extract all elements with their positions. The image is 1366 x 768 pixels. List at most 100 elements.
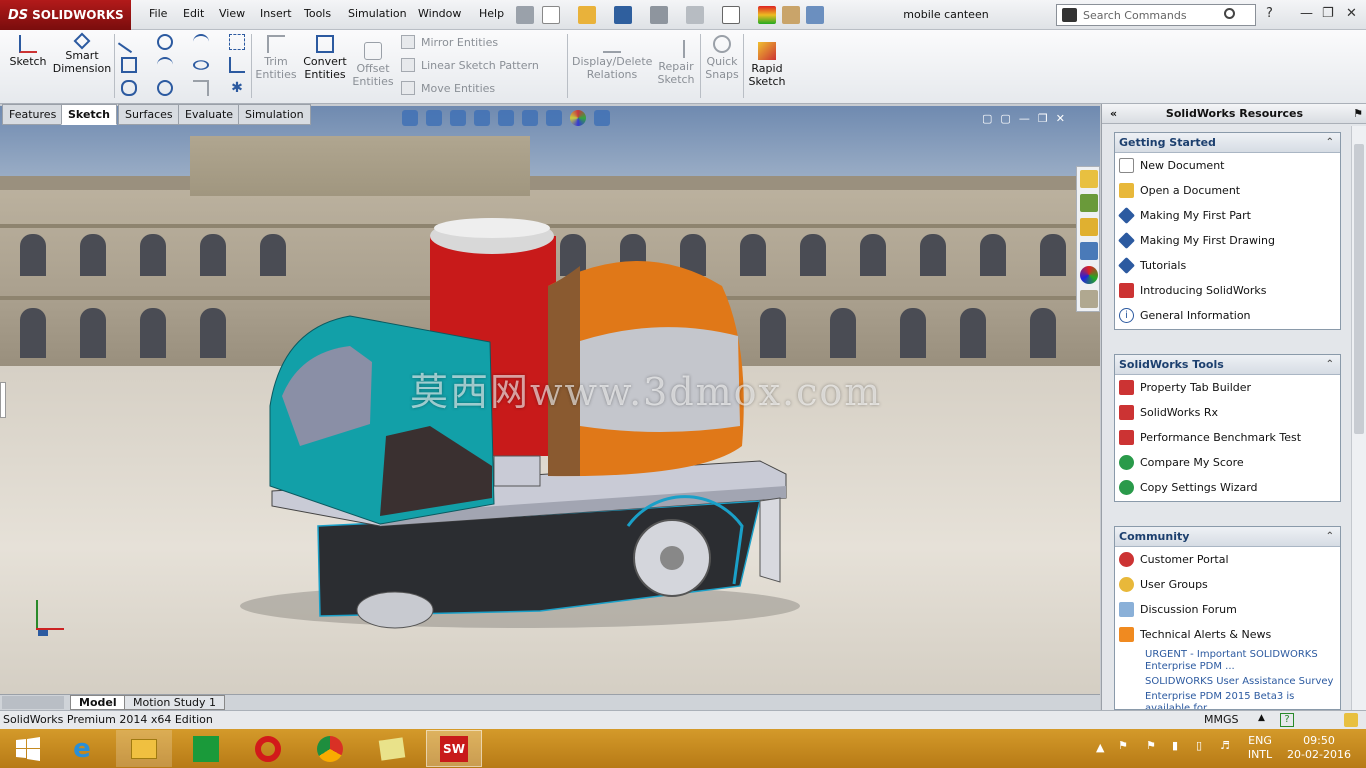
undo-icon[interactable] (686, 6, 704, 24)
news-link[interactable]: Enterprise PDM 2015 Beta3 is available f… (1115, 691, 1340, 709)
select-pointer-icon[interactable] (722, 6, 740, 24)
linear-sketch-pattern-button[interactable]: Linear Sketch Pattern (401, 58, 539, 72)
close-icon[interactable]: ✕ (1346, 6, 1357, 21)
display-delete-relations-button[interactable]: Display/Delete Relations (572, 35, 652, 81)
power-icon[interactable]: ▮ (1172, 739, 1178, 753)
tab-surfaces[interactable]: Surfaces (118, 104, 180, 125)
ellipse-icon[interactable] (193, 60, 209, 70)
menu-window[interactable]: Window (418, 7, 461, 20)
search-icon[interactable] (1224, 8, 1235, 19)
view-palette-icon[interactable] (1080, 242, 1098, 260)
file-explorer-icon[interactable] (1080, 218, 1098, 236)
link-compare-score[interactable]: Compare My Score (1115, 450, 1340, 475)
pin-icon[interactable] (516, 6, 534, 24)
feature-manager-flyout-handle[interactable] (0, 382, 6, 418)
collapse-icon[interactable]: ⌃ (1326, 355, 1334, 375)
appearances-icon[interactable] (1080, 266, 1098, 284)
repair-sketch-button[interactable]: Repair Sketch (656, 40, 696, 86)
spline-icon[interactable] (193, 34, 209, 50)
menu-tools[interactable]: Tools (304, 7, 331, 20)
menu-insert[interactable]: Insert (260, 7, 292, 20)
internet-explorer-app[interactable]: e (54, 730, 110, 767)
new-document-icon[interactable] (542, 6, 560, 24)
collapse-icon[interactable]: ⌃ (1326, 133, 1334, 153)
unit-system[interactable]: MMGS (1204, 713, 1239, 726)
news-link[interactable]: URGENT - Important SOLIDWORKS Enterprise… (1115, 649, 1340, 673)
text-icon[interactable] (229, 57, 245, 73)
network-icon[interactable]: ▯ (1196, 739, 1202, 753)
minimize-icon[interactable]: — (1300, 6, 1313, 21)
security-icon[interactable]: ⚑ (1146, 739, 1156, 753)
circle-icon[interactable] (157, 34, 173, 50)
link-new-document[interactable]: New Document (1115, 153, 1340, 178)
rectangle-icon[interactable] (121, 57, 137, 73)
menu-edit[interactable]: Edit (183, 7, 204, 20)
quick-snaps-button[interactable]: Quick Snaps (703, 35, 741, 81)
point-icon[interactable]: ✱ (229, 80, 245, 96)
trim-entities-button[interactable]: Trim Entities (254, 35, 298, 81)
fillet-icon[interactable] (193, 80, 209, 96)
action-center-icon[interactable]: ⚑ (1118, 739, 1128, 753)
tab-simulation[interactable]: Simulation (238, 104, 311, 125)
sticky-notes-app[interactable] (364, 730, 420, 767)
help-status-icon[interactable]: ? (1280, 713, 1294, 727)
link-technical-alerts[interactable]: Technical Alerts & News (1115, 622, 1340, 647)
tab-scroll-arrows[interactable] (2, 696, 64, 709)
mirror-entities-button[interactable]: Mirror Entities (401, 35, 498, 49)
opera-app[interactable] (240, 730, 296, 767)
link-tutorials[interactable]: Tutorials (1115, 253, 1340, 278)
file-properties-icon[interactable] (782, 6, 800, 24)
custom-properties-icon[interactable] (1080, 290, 1098, 308)
collapse-icon[interactable]: ⌃ (1326, 527, 1334, 547)
tab-features[interactable]: Features (2, 104, 64, 125)
move-entities-button[interactable]: Move Entities (401, 81, 495, 95)
rebuild-icon[interactable] (758, 6, 776, 24)
link-first-drawing[interactable]: Making My First Drawing (1115, 228, 1340, 253)
line-icon[interactable] (117, 30, 141, 54)
home-icon[interactable] (1080, 170, 1098, 188)
link-discussion-forum[interactable]: Discussion Forum (1115, 597, 1340, 622)
tab-motion-study-1[interactable]: Motion Study 1 (124, 695, 226, 710)
smart-dimension-button[interactable]: Smart Dimension (52, 32, 112, 75)
tab-model[interactable]: Model (70, 695, 126, 710)
pin-icon[interactable]: ⚑ (1353, 104, 1363, 124)
options-icon[interactable] (806, 6, 824, 24)
graphics-area[interactable]: ▢ ▢ — ❐ ✕ 莫西网www.3dmox.com (0, 106, 1100, 694)
group-header[interactable]: Getting Started ⌃ (1115, 133, 1340, 153)
news-link[interactable]: SOLIDWORKS User Assistance Survey (1115, 676, 1340, 688)
group-header[interactable]: SolidWorks Tools ⌃ (1115, 355, 1340, 375)
rapid-sketch-button[interactable]: Rapid Sketch (746, 42, 788, 88)
help-icon[interactable]: ? (1266, 6, 1273, 21)
sketch-button[interactable]: Sketch (6, 35, 50, 68)
volume-icon[interactable]: ♬ (1220, 739, 1230, 753)
menu-simulation[interactable]: Simulation (348, 7, 407, 20)
link-benchmark-test[interactable]: Performance Benchmark Test (1115, 425, 1340, 450)
link-first-part[interactable]: Making My First Part (1115, 203, 1340, 228)
link-solidworks-rx[interactable]: SolidWorks Rx (1115, 400, 1340, 425)
show-hidden-icons[interactable]: ▲ (1096, 741, 1104, 755)
design-library-icon[interactable] (1080, 194, 1098, 212)
polygon-icon[interactable] (157, 80, 173, 96)
store-app[interactable] (178, 730, 234, 767)
convert-entities-button[interactable]: Convert Entities (302, 35, 348, 81)
arc-icon[interactable] (157, 57, 173, 73)
offset-entities-button[interactable]: Offset Entities (350, 42, 396, 88)
group-header[interactable]: Community ⌃ (1115, 527, 1340, 547)
collapse-double-arrow-icon[interactable]: « (1110, 104, 1117, 124)
unit-dropdown-icon[interactable]: ▲ (1258, 713, 1265, 723)
link-open-document[interactable]: Open a Document (1115, 178, 1340, 203)
chrome-app[interactable] (302, 730, 358, 767)
tab-evaluate[interactable]: Evaluate (178, 104, 241, 125)
language-indicator[interactable]: ENG INTL (1244, 734, 1276, 762)
solidworks-app[interactable]: SW (426, 730, 482, 767)
search-commands-input[interactable]: Search Commands (1056, 4, 1256, 26)
sketch-box-icon[interactable] (229, 34, 245, 50)
link-copy-settings-wizard[interactable]: Copy Settings Wizard (1115, 475, 1340, 500)
save-icon[interactable] (614, 6, 632, 24)
menu-view[interactable]: View (219, 7, 245, 20)
link-user-groups[interactable]: User Groups (1115, 572, 1340, 597)
tag-icon[interactable] (1344, 713, 1358, 727)
menu-help[interactable]: Help (479, 7, 504, 20)
print-icon[interactable] (650, 6, 668, 24)
link-general-information[interactable]: i General Information (1115, 303, 1340, 328)
